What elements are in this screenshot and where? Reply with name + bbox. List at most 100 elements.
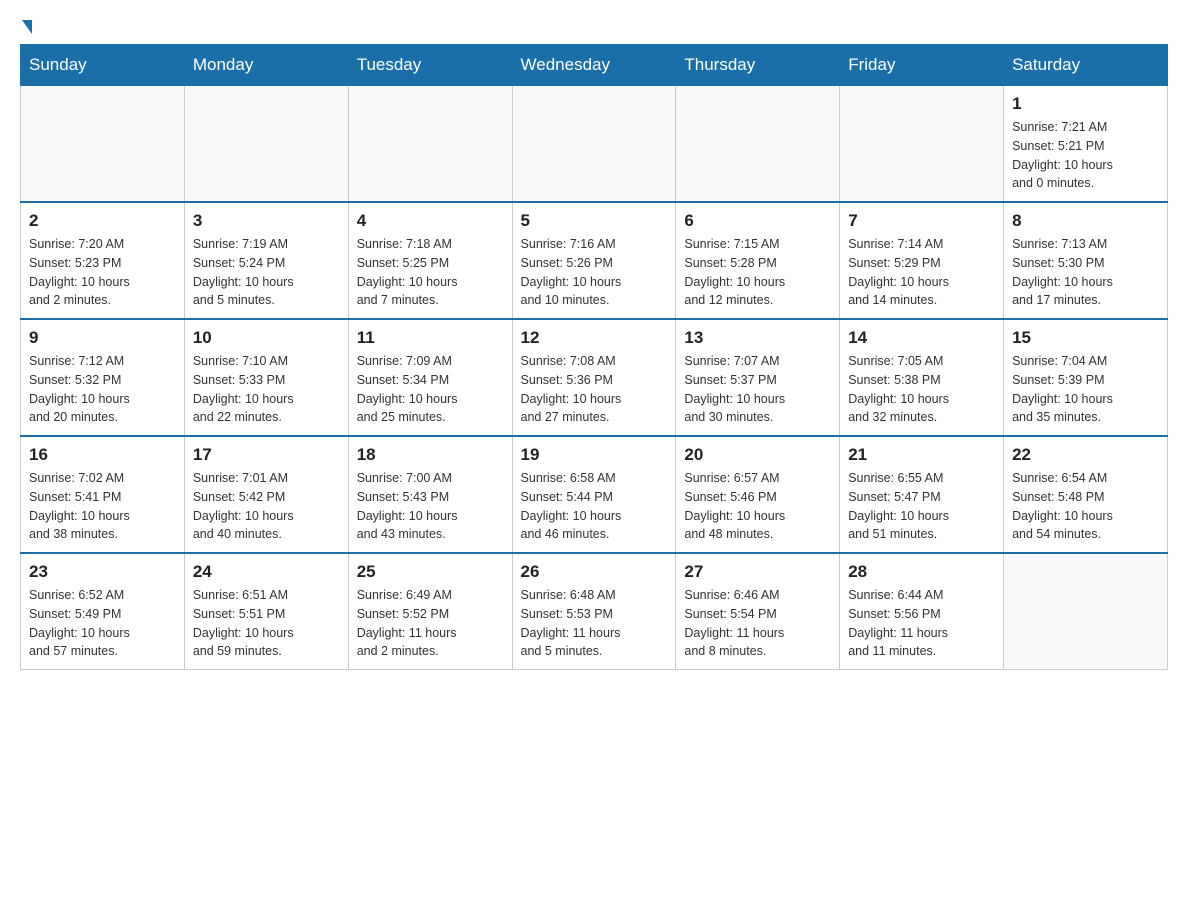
weekday-header-thursday: Thursday xyxy=(676,45,840,86)
calendar-cell: 6 Sunrise: 7:15 AM Sunset: 5:28 PM Daylig… xyxy=(676,202,840,319)
day-info: Sunrise: 7:05 AM Sunset: 5:38 PM Dayligh… xyxy=(848,352,995,427)
weekday-header-friday: Friday xyxy=(840,45,1004,86)
day-info: Sunrise: 6:55 AM Sunset: 5:47 PM Dayligh… xyxy=(848,469,995,544)
logo xyxy=(20,20,32,34)
day-number: 21 xyxy=(848,445,995,465)
day-number: 20 xyxy=(684,445,831,465)
calendar-cell: 14 Sunrise: 7:05 AM Sunset: 5:38 PM Dayli… xyxy=(840,319,1004,436)
day-info: Sunrise: 7:20 AM Sunset: 5:23 PM Dayligh… xyxy=(29,235,176,310)
day-number: 28 xyxy=(848,562,995,582)
calendar-cell xyxy=(184,86,348,203)
day-number: 10 xyxy=(193,328,340,348)
weekday-header-wednesday: Wednesday xyxy=(512,45,676,86)
calendar-week-3: 9Sunrise: 7:12 AM Sunset: 5:32 PM Daylig… xyxy=(21,319,1168,436)
calendar-cell: 20 Sunrise: 6:57 AM Sunset: 5:46 PM Dayli… xyxy=(676,436,840,553)
day-info: Sunrise: 7:19 AM Sunset: 5:24 PM Dayligh… xyxy=(193,235,340,310)
calendar-week-4: 16 Sunrise: 7:02 AM Sunset: 5:41 PM Dayli… xyxy=(21,436,1168,553)
day-info: Sunrise: 7:01 AM Sunset: 5:42 PM Dayligh… xyxy=(193,469,340,544)
day-number: 18 xyxy=(357,445,504,465)
day-info: Sunrise: 7:14 AM Sunset: 5:29 PM Dayligh… xyxy=(848,235,995,310)
day-info: Sunrise: 6:58 AM Sunset: 5:44 PM Dayligh… xyxy=(521,469,668,544)
day-info: Sunrise: 7:10 AM Sunset: 5:33 PM Dayligh… xyxy=(193,352,340,427)
calendar-cell: 4 Sunrise: 7:18 AM Sunset: 5:25 PM Daylig… xyxy=(348,202,512,319)
calendar-cell xyxy=(1004,553,1168,670)
calendar-cell xyxy=(512,86,676,203)
calendar-cell xyxy=(840,86,1004,203)
page-header xyxy=(20,20,1168,34)
day-number: 11 xyxy=(357,328,504,348)
calendar-cell: 18 Sunrise: 7:00 AM Sunset: 5:43 PM Dayli… xyxy=(348,436,512,553)
calendar-cell: 24 Sunrise: 6:51 AM Sunset: 5:51 PM Dayli… xyxy=(184,553,348,670)
day-number: 23 xyxy=(29,562,176,582)
calendar-week-5: 23 Sunrise: 6:52 AM Sunset: 5:49 PM Dayli… xyxy=(21,553,1168,670)
day-number: 14 xyxy=(848,328,995,348)
day-info: Sunrise: 7:21 AM Sunset: 5:21 PM Dayligh… xyxy=(1012,118,1159,193)
day-number: 19 xyxy=(521,445,668,465)
calendar-cell: 1 Sunrise: 7:21 AM Sunset: 5:21 PM Daylig… xyxy=(1004,86,1168,203)
weekday-header-monday: Monday xyxy=(184,45,348,86)
day-number: 16 xyxy=(29,445,176,465)
day-info: Sunrise: 7:15 AM Sunset: 5:28 PM Dayligh… xyxy=(684,235,831,310)
day-number: 26 xyxy=(521,562,668,582)
day-number: 7 xyxy=(848,211,995,231)
logo-arrow-icon xyxy=(22,20,32,34)
weekday-header-tuesday: Tuesday xyxy=(348,45,512,86)
calendar-cell: 16 Sunrise: 7:02 AM Sunset: 5:41 PM Dayli… xyxy=(21,436,185,553)
day-info: Sunrise: 6:48 AM Sunset: 5:53 PM Dayligh… xyxy=(521,586,668,661)
day-number: 8 xyxy=(1012,211,1159,231)
weekday-header-sunday: Sunday xyxy=(21,45,185,86)
day-info: Sunrise: 7:12 AM Sunset: 5:32 PM Dayligh… xyxy=(29,352,176,427)
day-number: 15 xyxy=(1012,328,1159,348)
day-number: 3 xyxy=(193,211,340,231)
calendar-cell: 15Sunrise: 7:04 AM Sunset: 5:39 PM Dayli… xyxy=(1004,319,1168,436)
day-number: 6 xyxy=(684,211,831,231)
calendar-cell: 22 Sunrise: 6:54 AM Sunset: 5:48 PM Dayli… xyxy=(1004,436,1168,553)
calendar-cell xyxy=(348,86,512,203)
day-info: Sunrise: 6:57 AM Sunset: 5:46 PM Dayligh… xyxy=(684,469,831,544)
calendar-cell: 21 Sunrise: 6:55 AM Sunset: 5:47 PM Dayli… xyxy=(840,436,1004,553)
calendar-cell: 5 Sunrise: 7:16 AM Sunset: 5:26 PM Daylig… xyxy=(512,202,676,319)
day-number: 22 xyxy=(1012,445,1159,465)
calendar-week-1: 1 Sunrise: 7:21 AM Sunset: 5:21 PM Daylig… xyxy=(21,86,1168,203)
calendar-cell: 13Sunrise: 7:07 AM Sunset: 5:37 PM Dayli… xyxy=(676,319,840,436)
calendar-cell: 12Sunrise: 7:08 AM Sunset: 5:36 PM Dayli… xyxy=(512,319,676,436)
day-info: Sunrise: 6:54 AM Sunset: 5:48 PM Dayligh… xyxy=(1012,469,1159,544)
calendar-cell: 7 Sunrise: 7:14 AM Sunset: 5:29 PM Daylig… xyxy=(840,202,1004,319)
calendar-cell: 11 Sunrise: 7:09 AM Sunset: 5:34 PM Dayli… xyxy=(348,319,512,436)
day-number: 17 xyxy=(193,445,340,465)
day-number: 13 xyxy=(684,328,831,348)
day-info: Sunrise: 6:52 AM Sunset: 5:49 PM Dayligh… xyxy=(29,586,176,661)
calendar-cell: 28Sunrise: 6:44 AM Sunset: 5:56 PM Dayli… xyxy=(840,553,1004,670)
calendar-cell: 25 Sunrise: 6:49 AM Sunset: 5:52 PM Dayli… xyxy=(348,553,512,670)
day-number: 5 xyxy=(521,211,668,231)
day-info: Sunrise: 7:09 AM Sunset: 5:34 PM Dayligh… xyxy=(357,352,504,427)
calendar-cell: 19 Sunrise: 6:58 AM Sunset: 5:44 PM Dayli… xyxy=(512,436,676,553)
day-number: 25 xyxy=(357,562,504,582)
day-number: 1 xyxy=(1012,94,1159,114)
calendar-cell: 2 Sunrise: 7:20 AM Sunset: 5:23 PM Daylig… xyxy=(21,202,185,319)
calendar-cell: 23 Sunrise: 6:52 AM Sunset: 5:49 PM Dayli… xyxy=(21,553,185,670)
weekday-header-saturday: Saturday xyxy=(1004,45,1168,86)
calendar-cell: 8Sunrise: 7:13 AM Sunset: 5:30 PM Daylig… xyxy=(1004,202,1168,319)
calendar-cell: 3 Sunrise: 7:19 AM Sunset: 5:24 PM Daylig… xyxy=(184,202,348,319)
calendar-cell xyxy=(676,86,840,203)
calendar-cell xyxy=(21,86,185,203)
calendar-cell: 10 Sunrise: 7:10 AM Sunset: 5:33 PM Dayli… xyxy=(184,319,348,436)
weekday-header-row: SundayMondayTuesdayWednesdayThursdayFrid… xyxy=(21,45,1168,86)
calendar-cell: 26 Sunrise: 6:48 AM Sunset: 5:53 PM Dayli… xyxy=(512,553,676,670)
day-info: Sunrise: 7:16 AM Sunset: 5:26 PM Dayligh… xyxy=(521,235,668,310)
day-info: Sunrise: 6:49 AM Sunset: 5:52 PM Dayligh… xyxy=(357,586,504,661)
day-info: Sunrise: 7:02 AM Sunset: 5:41 PM Dayligh… xyxy=(29,469,176,544)
calendar-table: SundayMondayTuesdayWednesdayThursdayFrid… xyxy=(20,44,1168,670)
day-info: Sunrise: 6:51 AM Sunset: 5:51 PM Dayligh… xyxy=(193,586,340,661)
day-number: 27 xyxy=(684,562,831,582)
day-number: 2 xyxy=(29,211,176,231)
day-number: 4 xyxy=(357,211,504,231)
day-info: Sunrise: 7:08 AM Sunset: 5:36 PM Dayligh… xyxy=(521,352,668,427)
calendar-cell: 17 Sunrise: 7:01 AM Sunset: 5:42 PM Dayli… xyxy=(184,436,348,553)
calendar-cell: 27Sunrise: 6:46 AM Sunset: 5:54 PM Dayli… xyxy=(676,553,840,670)
calendar-cell: 9Sunrise: 7:12 AM Sunset: 5:32 PM Daylig… xyxy=(21,319,185,436)
day-info: Sunrise: 7:18 AM Sunset: 5:25 PM Dayligh… xyxy=(357,235,504,310)
day-number: 24 xyxy=(193,562,340,582)
day-info: Sunrise: 7:00 AM Sunset: 5:43 PM Dayligh… xyxy=(357,469,504,544)
